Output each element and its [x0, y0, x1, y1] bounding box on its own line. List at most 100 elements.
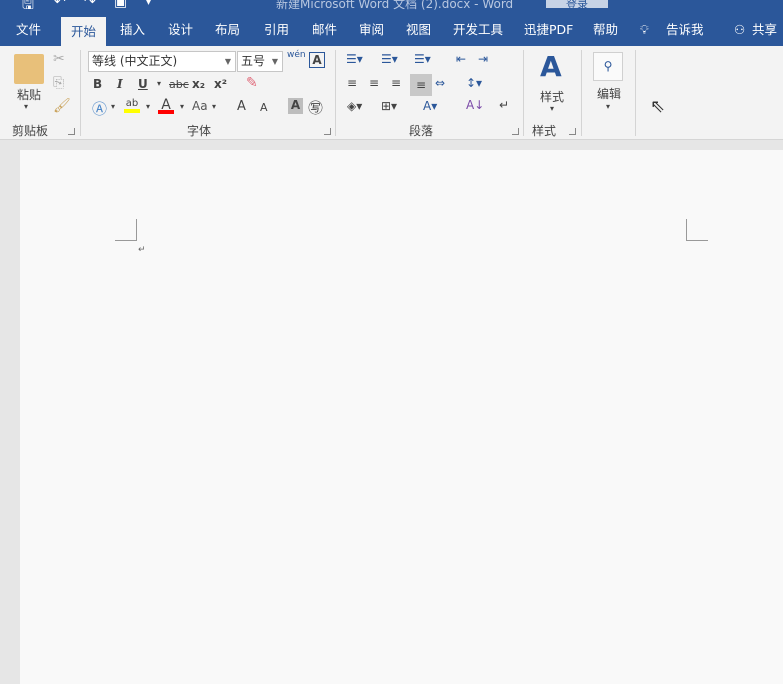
tab-view[interactable]: 视图 [406, 14, 431, 46]
shrink-font-button[interactable]: A [260, 101, 268, 114]
text-effects-dropdown-icon[interactable]: ▾ [111, 102, 115, 111]
strikethrough-button[interactable]: abc [169, 78, 189, 91]
distributed-icon[interactable]: ⇔ [435, 76, 445, 90]
superscript-button[interactable]: x² [214, 77, 227, 91]
editing-dropdown-icon[interactable]: ▾ [606, 102, 610, 111]
show-marks-icon[interactable]: ↵ [499, 98, 509, 112]
login-button[interactable]: 登录 [546, 0, 608, 11]
margin-corner-right [686, 219, 708, 241]
tab-design[interactable]: 设计 [168, 14, 193, 46]
font-color-dropdown-icon[interactable]: ▾ [180, 102, 184, 111]
change-case-dropdown-icon[interactable]: ▾ [212, 102, 216, 111]
document-page[interactable]: ↵ [20, 150, 783, 684]
character-border-icon[interactable]: A [309, 52, 325, 68]
title-bar: 🖫 ↶ ↷ ▣ ▾ 新建Microsoft Word 文档 (2).docx -… [0, 0, 783, 14]
numbering-icon[interactable]: ☰▾ [381, 52, 398, 66]
divider [335, 50, 336, 136]
user-add-icon: ⚇ [734, 22, 746, 37]
ribbon: 粘贴 ▾ ✂ ⎘ 🖌︎ 剪贴板 等线 (中文正文) ▼ 五号 ▼ wén A B I… [0, 46, 783, 140]
subscript-button[interactable]: x₂ [192, 77, 205, 91]
search-icon[interactable]: ⚲ [593, 52, 623, 81]
bold-button[interactable]: B [93, 77, 102, 91]
save-icon[interactable]: 🖫 [22, 0, 34, 14]
font-launcher-icon[interactable] [324, 128, 331, 135]
change-case-button[interactable]: Aa [192, 99, 208, 113]
styles-button[interactable]: 样式 [540, 88, 564, 105]
borders-icon[interactable]: ⊞▾ [381, 99, 397, 113]
window-title: 新建Microsoft Word 文档 (2).docx - Word [276, 0, 514, 11]
clipboard-group-label: 剪贴板 [12, 124, 49, 138]
share-button[interactable]: 共享 [752, 14, 777, 46]
font-size-value: 五号 [241, 54, 266, 68]
tell-me[interactable]: 告诉我 [666, 14, 704, 46]
tab-home[interactable]: 开始 [61, 17, 107, 46]
grow-font-button[interactable]: A [237, 99, 246, 114]
underline-button[interactable]: U [138, 77, 148, 91]
styles-launcher-icon[interactable] [569, 128, 576, 135]
font-color-icon[interactable]: A [158, 97, 174, 114]
highlight-icon[interactable]: ab [124, 98, 140, 113]
font-name-value: 等线 (中文正文) [92, 54, 178, 68]
paste-dropdown-icon[interactable]: ▾ [24, 102, 28, 111]
paragraph-launcher-icon[interactable] [512, 128, 519, 135]
chevron-down-icon[interactable]: ▼ [225, 52, 231, 71]
character-shading-icon[interactable]: A [288, 98, 303, 114]
ribbon-tabs: 文件 开始 插入 设计 布局 引用 邮件 审阅 视图 开发工具 迅捷PDF 帮助… [0, 14, 783, 46]
decrease-indent-icon[interactable]: ⇤ [456, 52, 466, 66]
font-size-combo[interactable]: 五号 ▼ [237, 51, 283, 72]
lightbulb-icon: 💡︎ [640, 22, 649, 37]
sort-icon[interactable]: A↓ [466, 98, 484, 112]
align-right-icon[interactable]: ≡ [391, 76, 401, 90]
align-center-icon[interactable]: ≡ [369, 76, 379, 90]
styles-group-label: 样式 [532, 124, 557, 138]
styles-dropdown-icon[interactable]: ▾ [550, 104, 554, 113]
editing-button[interactable]: 编辑 [597, 85, 621, 102]
bullets-icon[interactable]: ☰▾ [346, 52, 363, 66]
undo-icon[interactable]: ↶ [54, 0, 66, 10]
chevron-down-icon[interactable]: ▼ [272, 52, 278, 71]
font-group-label: 字体 [187, 124, 212, 138]
tab-review[interactable]: 审阅 [359, 14, 384, 46]
tab-layout[interactable]: 布局 [215, 14, 240, 46]
tab-insert[interactable]: 插入 [120, 14, 145, 46]
tab-mailings[interactable]: 邮件 [312, 14, 337, 46]
divider [581, 50, 582, 136]
underline-dropdown-icon[interactable]: ▾ [157, 79, 161, 88]
highlight-dropdown-icon[interactable]: ▾ [146, 102, 150, 111]
divider [80, 50, 81, 136]
text-effects-icon[interactable]: Ⓐ [92, 98, 107, 119]
tab-file[interactable]: 文件 [16, 14, 41, 46]
paragraph-mark: ↵ [138, 245, 146, 255]
margin-corner-left [115, 219, 137, 241]
chinese-layout-icon[interactable]: A▾ [423, 99, 437, 113]
paste-icon[interactable] [14, 54, 44, 84]
tab-references[interactable]: 引用 [264, 14, 289, 46]
align-left-icon[interactable]: ≡ [347, 76, 357, 90]
styles-icon[interactable]: A [540, 50, 562, 83]
enclose-characters-icon[interactable]: ㊢ [308, 97, 323, 118]
customize-qat-icon[interactable]: ▾ [146, 0, 151, 8]
clipboard-launcher-icon[interactable] [68, 128, 75, 135]
shading-icon[interactable]: ◈▾ [347, 99, 362, 113]
paragraph-group-label: 段落 [409, 124, 434, 138]
divider [523, 50, 524, 136]
copy-icon[interactable]: ⎘ [53, 75, 64, 91]
font-name-combo[interactable]: 等线 (中文正文) ▼ [88, 51, 236, 72]
line-spacing-icon[interactable]: ↕▾ [466, 76, 482, 90]
tab-help[interactable]: 帮助 [593, 14, 618, 46]
touch-mode-icon[interactable]: ▣ [114, 0, 127, 10]
mouse-pointer-icon: ⇖ [650, 96, 666, 117]
multilevel-list-icon[interactable]: ☰▾ [414, 52, 431, 66]
cut-icon[interactable]: ✂ [53, 51, 65, 67]
clear-formatting-icon[interactable]: ✎ [246, 75, 258, 91]
justify-icon[interactable]: ≡ [410, 74, 432, 96]
format-painter-icon[interactable]: 🖌︎ [53, 98, 71, 114]
tab-developer[interactable]: 开发工具 [453, 14, 503, 46]
tab-pdf[interactable]: 迅捷PDF [524, 14, 573, 46]
phonetic-guide-icon[interactable]: wén [287, 50, 306, 60]
increase-indent-icon[interactable]: ⇥ [478, 52, 488, 66]
paste-button[interactable]: 粘贴 [14, 86, 44, 103]
redo-icon[interactable]: ↷ [84, 0, 96, 10]
italic-button[interactable]: I [117, 77, 123, 91]
divider [635, 50, 636, 136]
